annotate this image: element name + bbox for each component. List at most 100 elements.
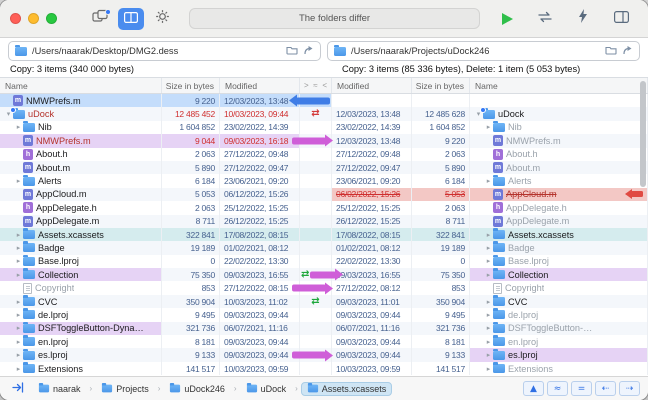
diff-row[interactable]: ▸ de.lproj 9 495 09/03/2023, 09:44 09/03/202… <box>0 308 648 322</box>
modified-value-right-cell: 27/12/2022, 08:12 <box>332 281 412 295</box>
diff-row[interactable]: ▸ CVC 350 904 10/03/2023, 11:02 ⇄ 09/03/2023,… <box>0 294 648 309</box>
column-header-size-left[interactable]: Size in bytes <box>162 78 220 93</box>
disclosure-icon[interactable]: ▸ <box>484 365 493 373</box>
objc-file-icon: m <box>493 162 503 174</box>
disclosure-icon[interactable]: ▸ <box>14 257 23 265</box>
disclosure-icon[interactable]: ▸ <box>14 271 23 279</box>
disclosure-icon[interactable]: ▸ <box>14 123 23 131</box>
disclosure-icon[interactable]: ▸ <box>484 271 493 279</box>
open-folder-icon[interactable] <box>605 45 617 57</box>
filter-left-orphans-button[interactable]: ⇠ <box>595 381 616 396</box>
close-button[interactable] <box>10 13 21 24</box>
diff-row[interactable]: m AppDelegate.m 8 711 26/12/2022, 15:25 26/1… <box>0 214 648 228</box>
diff-row[interactable]: ▸ Base.lproj 0 22/02/2022, 13:30 22/02/2022,… <box>0 254 648 269</box>
disclosure-icon[interactable]: ▸ <box>14 338 23 346</box>
column-header-modified-right[interactable]: Modified <box>332 78 412 93</box>
filter-conflicts-button[interactable]: ▲ <box>523 381 544 396</box>
split-layout-icon <box>613 10 629 28</box>
goto-arrow-icon[interactable] <box>622 45 633 57</box>
actions-button[interactable] <box>570 8 596 30</box>
modified-value-right: 23/06/2021, 09:20 <box>336 176 401 187</box>
file-name-cell-left: ▸ es.lproj <box>0 348 162 362</box>
size-value-right-cell: 19 189 <box>412 241 470 255</box>
disclosure-icon[interactable]: ▸ <box>14 298 23 306</box>
modified-value-right-cell: 09/03/2023, 11:01 <box>332 294 412 309</box>
modified-value-left: 09/03/2023, 09:44 <box>224 350 289 361</box>
disclosure-icon[interactable]: ▸ <box>484 123 493 131</box>
diff-row[interactable]: m AppCloud.m 5 053 06/12/2022, 15:26 06/02/2… <box>0 187 648 202</box>
column-header-size-right[interactable]: Size in bytes <box>412 78 470 93</box>
column-header-name-right[interactable]: Name <box>470 78 648 93</box>
disclosure-icon[interactable]: ▸ <box>14 177 23 185</box>
diff-row[interactable]: ▸ es.lproj 9 133 09/03/2023, 09:44 09/03/202… <box>0 348 648 362</box>
filter-different-button[interactable]: ≈ <box>547 381 568 396</box>
disclosure-icon[interactable]: ▸ <box>14 231 23 239</box>
disclosure-icon[interactable]: ▸ <box>14 324 23 332</box>
breadcrumb-item[interactable]: uDock <box>240 382 293 396</box>
direction-cell <box>300 120 332 135</box>
breadcrumb-item[interactable]: naarak <box>32 382 87 396</box>
column-header-modified-left[interactable]: Modified <box>220 78 300 93</box>
run-sync-button[interactable] <box>494 8 520 30</box>
disclosure-icon[interactable]: ▸ <box>484 244 493 252</box>
filter-equal-button[interactable]: = <box>571 381 592 396</box>
breadcrumb-label: Assets.xcassets <box>321 383 387 394</box>
zoom-button[interactable] <box>46 13 57 24</box>
diff-row[interactable]: ▾ uDock 12 485 452 10/03/2023, 09:44 ⇄ 12/03/… <box>0 107 648 121</box>
vertical-scrollbar[interactable] <box>640 81 646 187</box>
diff-row[interactable]: m NMWPrefs.m 9 220 12/03/2023, 13:48 <box>0 94 648 108</box>
disclosure-icon[interactable]: ▸ <box>14 351 23 359</box>
left-path-field[interactable]: /Users/naarak/Desktop/DMG2.dess <box>8 41 321 61</box>
modified-value-right-cell: 22/02/2022, 13:30 <box>332 254 412 269</box>
modified-value-left: 26/12/2022, 15:25 <box>224 216 289 227</box>
column-header-name-left[interactable]: Name <box>0 78 162 93</box>
diff-row[interactable]: ▸ en.lproj 8 181 09/03/2023, 09:44 09/03/202… <box>0 335 648 349</box>
disclosure-icon[interactable]: ▸ <box>484 231 493 239</box>
disclosure-icon[interactable]: ▸ <box>484 298 493 306</box>
filter-right-orphans-button[interactable]: ⇢ <box>619 381 640 396</box>
delete-arrow-icon <box>625 188 643 199</box>
header-file-icon: h <box>493 148 503 160</box>
disclosure-icon[interactable]: ▸ <box>484 324 493 332</box>
modified-value-right-cell: 10/03/2023, 09:59 <box>332 361 412 376</box>
diff-row[interactable]: ▸ Assets.xcassets 322 841 17/08/2022, 08:15… <box>0 227 648 242</box>
disclosure-icon[interactable]: ▸ <box>484 177 493 185</box>
size-value-right-cell: 853 <box>412 281 470 295</box>
diff-row[interactable]: ▸ Collection 75 350 09/03/2023, 16:55 ⇄ 09/03… <box>0 268 648 282</box>
diff-row[interactable]: m About.m 5 890 27/12/2022, 09:47 27/12/2022… <box>0 160 648 175</box>
disclosure-icon[interactable]: ▸ <box>14 244 23 252</box>
disclosure-icon[interactable]: ▸ <box>14 311 23 319</box>
diff-row[interactable]: m NMWPrefs.m 9 044 09/03/2023, 16:18 12/03/2… <box>0 134 648 148</box>
file-name: Nib <box>508 122 522 133</box>
direction-cell <box>300 214 332 228</box>
minimize-button[interactable] <box>28 13 39 24</box>
layout-button[interactable] <box>608 8 634 30</box>
diff-row[interactable]: h AppDelegate.h 2 063 25/12/2022, 15:25 25/1… <box>0 201 648 215</box>
disclosure-icon[interactable]: ▸ <box>484 338 493 346</box>
diff-row[interactable]: ▸ Nib 1 604 852 23/02/2022, 14:39 23/02/2022… <box>0 120 648 135</box>
settings-button[interactable] <box>149 8 175 30</box>
disclosure-icon[interactable]: ▸ <box>484 257 493 265</box>
open-folder-icon[interactable] <box>286 45 298 57</box>
diff-row[interactable]: ▸ DSFToggleButton-Dyna… 321 736 06/07/2021,… <box>0 321 648 336</box>
swap-sides-button[interactable] <box>532 8 558 30</box>
disclosure-icon[interactable]: ▸ <box>484 311 493 319</box>
breadcrumb-item[interactable]: Assets.xcassets <box>300 381 393 396</box>
size-value-left-cell: 350 904 <box>162 294 220 309</box>
diff-row[interactable]: Copyright 853 27/12/2022, 08:15 27/12/2022,… <box>0 281 648 295</box>
modified-value-left: 09/03/2023, 16:18 <box>224 135 289 146</box>
file-name: NMWPrefs.m <box>36 135 91 146</box>
diff-row[interactable]: h About.h 2 063 27/12/2022, 09:48 27/12/2022… <box>0 147 648 161</box>
diff-row[interactable]: ▸ Alerts 6 184 23/06/2021, 09:20 23/06/2021,… <box>0 174 648 188</box>
breadcrumb-item[interactable]: uDock246 <box>163 382 231 396</box>
disclosure-icon[interactable]: ▸ <box>484 351 493 359</box>
compare-folders-button[interactable] <box>87 8 113 30</box>
goto-arrow-icon[interactable] <box>303 45 314 57</box>
dual-pane-view-button[interactable] <box>118 7 144 30</box>
disclosure-icon[interactable]: ▸ <box>14 365 23 373</box>
breadcrumb-item[interactable]: Projects <box>95 382 155 396</box>
right-path-field[interactable]: /Users/naarak/Projects/uDock246 <box>327 41 640 61</box>
reveal-path-button[interactable] <box>8 381 28 397</box>
diff-row[interactable]: ▸ Extensions 141 517 10/03/2023, 09:59 10/03… <box>0 361 648 376</box>
diff-row[interactable]: ▸ Badge 19 189 01/02/2021, 08:12 01/02/2021,… <box>0 241 648 255</box>
